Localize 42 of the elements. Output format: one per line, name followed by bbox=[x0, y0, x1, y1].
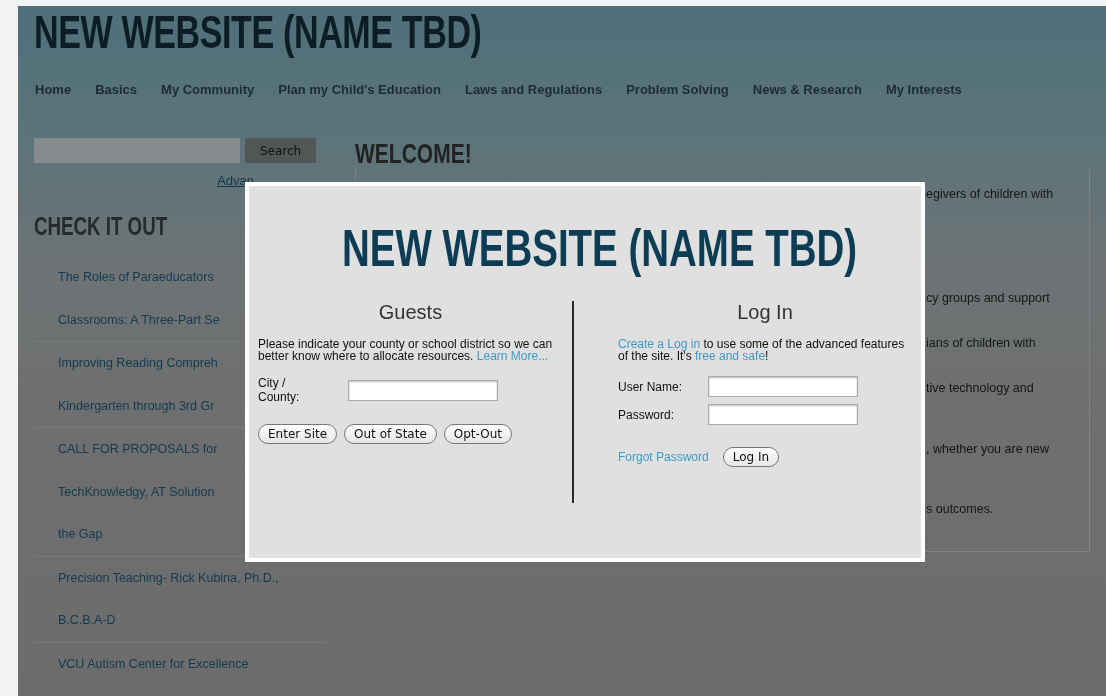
username-field[interactable] bbox=[708, 376, 858, 397]
field-label: User Name: bbox=[618, 379, 683, 394]
search-field[interactable] bbox=[34, 138, 240, 163]
welcome-text: ians of children with bbox=[926, 336, 1037, 350]
sidebar-link[interactable]: Precision Teaching- Rick Kubina, Ph.D., B.C.B.A-D bbox=[58, 556, 279, 642]
learn-more-link[interactable]: Learn More... bbox=[476, 349, 549, 363]
sidebar-link[interactable]: Improving Reading Compreh Kindergarten through 3rd Gr bbox=[58, 342, 218, 427]
login-button[interactable]: Log In bbox=[722, 447, 780, 467]
field-label: Password: bbox=[618, 407, 676, 422]
guest-button[interactable]: Out of State bbox=[344, 424, 437, 444]
field-label: City / County: bbox=[258, 376, 301, 404]
guests-heading: Guests bbox=[377, 301, 444, 324]
search-button[interactable]: Search bbox=[245, 138, 316, 163]
login-heading: Log In bbox=[736, 301, 794, 324]
nav-link[interactable]: My Community bbox=[161, 82, 255, 97]
forgot-password-link[interactable]: Forgot Password bbox=[618, 450, 709, 464]
guest-button[interactable]: Enter Site bbox=[258, 424, 338, 444]
city-county-field[interactable] bbox=[348, 379, 498, 401]
login-instructions: Create a Log in to use some of the advanced features of the site. It's free and safe! bbox=[618, 338, 906, 362]
nav-link[interactable]: Laws and Regulations bbox=[464, 82, 603, 97]
sidebar-link[interactable]: CALL FOR PROPOSALS for TechKnowledgy, AT Solution the Gap bbox=[58, 428, 218, 556]
nav-link[interactable]: My Interests bbox=[885, 82, 962, 97]
welcome-text: , whether you are new bbox=[926, 442, 1050, 456]
sidebar-link[interactable]: VCU Autism Center for Excellence bbox=[58, 642, 249, 685]
password-field[interactable] bbox=[708, 404, 858, 425]
welcome-text: tive technology and bbox=[926, 381, 1035, 395]
modal-logo-title: NEW WEBSITE (NAME TBD) bbox=[342, 221, 858, 275]
sidebar-heading: CHECK IT OUT bbox=[34, 211, 168, 242]
welcome-heading: WELCOME! bbox=[355, 139, 472, 169]
nav-link[interactable]: Plan my Child's Education bbox=[278, 82, 441, 97]
welcome-text: cy groups and support bbox=[926, 291, 1051, 305]
nav-link[interactable]: News & Research bbox=[752, 82, 862, 97]
site-logo-title: NEW WEBSITE (NAME TBD) bbox=[34, 8, 482, 56]
nav-link[interactable]: Basics bbox=[95, 82, 138, 97]
welcome-text: egivers of children with bbox=[926, 187, 1055, 201]
sidebar-link[interactable]: The Roles of Paraeducators Classrooms: A Three-Part Se bbox=[58, 256, 220, 341]
nav-link[interactable]: Problem Solving bbox=[626, 82, 729, 97]
guests-instructions: Please indicate your county or school district so we can better know where to allocate resources. Learn More... bbox=[258, 338, 554, 362]
welcome-text: s outcomes. bbox=[926, 502, 995, 516]
guest-button[interactable]: Opt-Out bbox=[443, 424, 512, 444]
nav-link[interactable]: Home bbox=[35, 82, 72, 97]
text-link[interactable]: Create a Log in bbox=[618, 337, 701, 351]
